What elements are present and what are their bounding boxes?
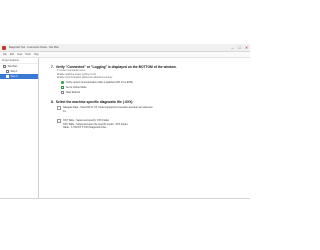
folder-icon [3,65,6,68]
option-1[interactable]: Navigate Data - Scan MX for XX model sup… [51,105,221,113]
option-text: XXX Table - Select and specify: XXX Fold… [63,119,128,130]
maximize-icon[interactable]: □ [236,44,243,51]
document-icon [6,75,9,78]
option-text: Navigate Data - Scan MX for XX model sup… [63,106,153,113]
option-2[interactable]: XXX Table - Select and specify: XXX Fold… [51,118,221,130]
close-icon[interactable]: ✕ [243,44,250,51]
option-checkbox[interactable] [57,118,61,123]
menu-help[interactable]: Help [34,53,39,56]
sidebar: Project Explorer Test Plan Step 1 Step 2 [0,58,39,198]
sidebar-item-step-2[interactable]: Step 2 [0,74,38,79]
document-icon [61,90,64,94]
menu-edit[interactable]: Edit [10,53,14,56]
window-controls: – □ ✕ [229,44,250,51]
window-titlebar: Diagnostic Tool - Connection Check - Tes… [0,44,250,52]
step-number: 8. [51,100,54,105]
sidebar-item-label: Step 1 [10,70,18,73]
instructions: 7. Verify "Connected" or "Logging" is di… [51,64,221,130]
step-title-text: Select the machine specific diagnostic f… [55,100,133,105]
main-content: 7. Verify "Connected" or "Logging" is di… [39,58,250,198]
option-line: file [63,109,67,113]
checkbox-icon [61,85,64,89]
step-2-title: 8. Select the machine specific diagnosti… [51,100,221,105]
menu-tools[interactable]: Tools [25,53,31,56]
check-row-label: Verify correct communication cable is at… [66,80,133,84]
status-ok-icon [61,80,64,84]
step-number: 7. [51,64,54,69]
step-title-text: Verify "Connected" or "Logging" is displ… [55,64,177,69]
menu-file[interactable]: File [3,53,7,56]
document-icon [6,70,9,73]
app-icon [2,45,6,50]
option-line: Table - X XXXXX X XXX Diagnostic Files [63,126,107,130]
menu-view[interactable]: View [17,53,22,56]
minimize-icon[interactable]: – [229,44,236,51]
window-title: Diagnostic Tool - Connection Check - Tes… [9,46,59,49]
window-bottom-border [0,198,250,199]
sidebar-item-label: Step 2 [10,75,18,78]
check-row-label: Start Refresh [66,90,81,94]
option-checkbox[interactable] [57,105,61,110]
check-row-label: Set to Online Mode [66,85,87,89]
sidebar-item-label: Test Plan [7,65,18,68]
